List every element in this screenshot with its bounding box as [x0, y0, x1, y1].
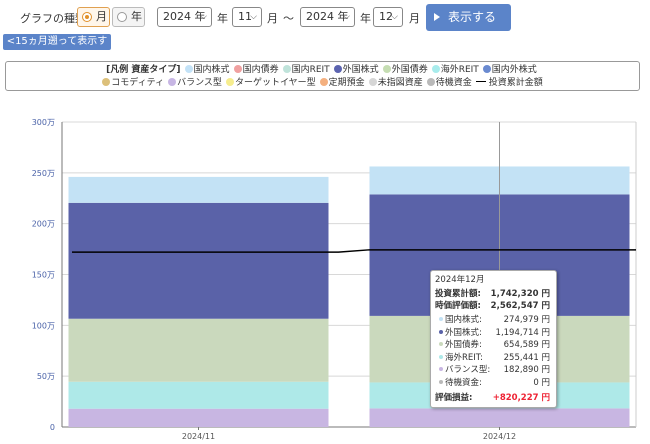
tooltip-row: 外国株式: 1,194,714 円	[431, 328, 556, 339]
bar-segment	[68, 408, 329, 427]
bar-segment	[68, 176, 329, 203]
tooltip-dot-icon	[439, 329, 443, 334]
tooltip-row-value: 654,589 円	[503, 340, 550, 350]
tooltip-row-label: 待機資金	[445, 377, 480, 388]
y-tick-label: 150万	[32, 271, 55, 280]
tooltip-gain-label: 評価損益	[435, 393, 470, 403]
tooltip-row: バランス型: 182,890 円	[431, 365, 556, 376]
tooltip-market-label: 時価評価額	[435, 301, 478, 311]
chart-tooltip: 2024年12月 投資累計額: 1,742,320 円 時価評価額: 2,562,5…	[430, 270, 557, 408]
bar-segment	[369, 408, 630, 427]
y-tick-label: 50万	[37, 372, 55, 381]
bar-segment	[68, 381, 329, 409]
tooltip-dot-icon	[439, 317, 443, 321]
tooltip-row-value: 255,441 円	[503, 352, 550, 363]
tooltip-row-value: 0 円	[533, 377, 550, 388]
tooltip-row-value: 182,890 円	[503, 365, 550, 375]
bar-segment	[68, 202, 329, 319]
tooltip-market-row: 時価評価額: 2,562,547 円	[435, 301, 550, 311]
tooltip-row-label: 国内株式	[445, 315, 480, 325]
tooltip-dot-icon	[439, 367, 443, 371]
tooltip-gain-row: 評価損益: +820,227 円	[435, 393, 550, 403]
tooltip-row: 外国債券: 654,589 円	[431, 340, 556, 351]
tooltip-row-value: 274,979 円	[503, 315, 550, 325]
tooltip-cumulative-row: 投資累計額: 1,742,320 円	[435, 289, 550, 299]
tooltip-row-label: 外国株式	[445, 327, 480, 338]
tooltip-dot-icon	[439, 379, 443, 384]
tooltip-title-row: 2024年12月	[431, 275, 556, 286]
tooltip-row: 待機資金: 0 円	[431, 378, 556, 389]
tooltip-dot-icon	[439, 354, 443, 359]
tooltip-market-value: 2,562,547 円	[490, 301, 550, 311]
tooltip-row-value: 1,194,714 円	[495, 327, 550, 338]
tooltip-row-label: 海外REIT	[445, 352, 481, 363]
y-tick-label: 250万	[32, 169, 55, 178]
y-tick-label: 0	[50, 423, 55, 432]
tooltip-row-label: バランス型	[445, 365, 488, 375]
tooltip-cumulative-value: 1,742,320 円	[490, 289, 550, 299]
tooltip-row-label: 外国債券	[445, 340, 480, 350]
tooltip-cumulative-label: 投資累計額	[435, 289, 478, 299]
tooltip-gain-value: +820,227 円	[492, 393, 550, 403]
bar-segment	[68, 318, 329, 382]
y-tick-label: 100万	[32, 321, 55, 330]
tooltip-row: 海外REIT: 255,441 円	[431, 353, 556, 364]
x-tick-label: 2024/12	[483, 432, 516, 441]
tooltip-row: 国内株式: 274,979 円	[431, 315, 556, 326]
y-tick-label: 200万	[32, 220, 55, 229]
tooltip-dot-icon	[439, 342, 443, 346]
x-tick-label: 2024/11	[182, 432, 215, 441]
y-tick-label: 300万	[32, 118, 55, 127]
tooltip-title: 2024年12月	[435, 275, 485, 285]
